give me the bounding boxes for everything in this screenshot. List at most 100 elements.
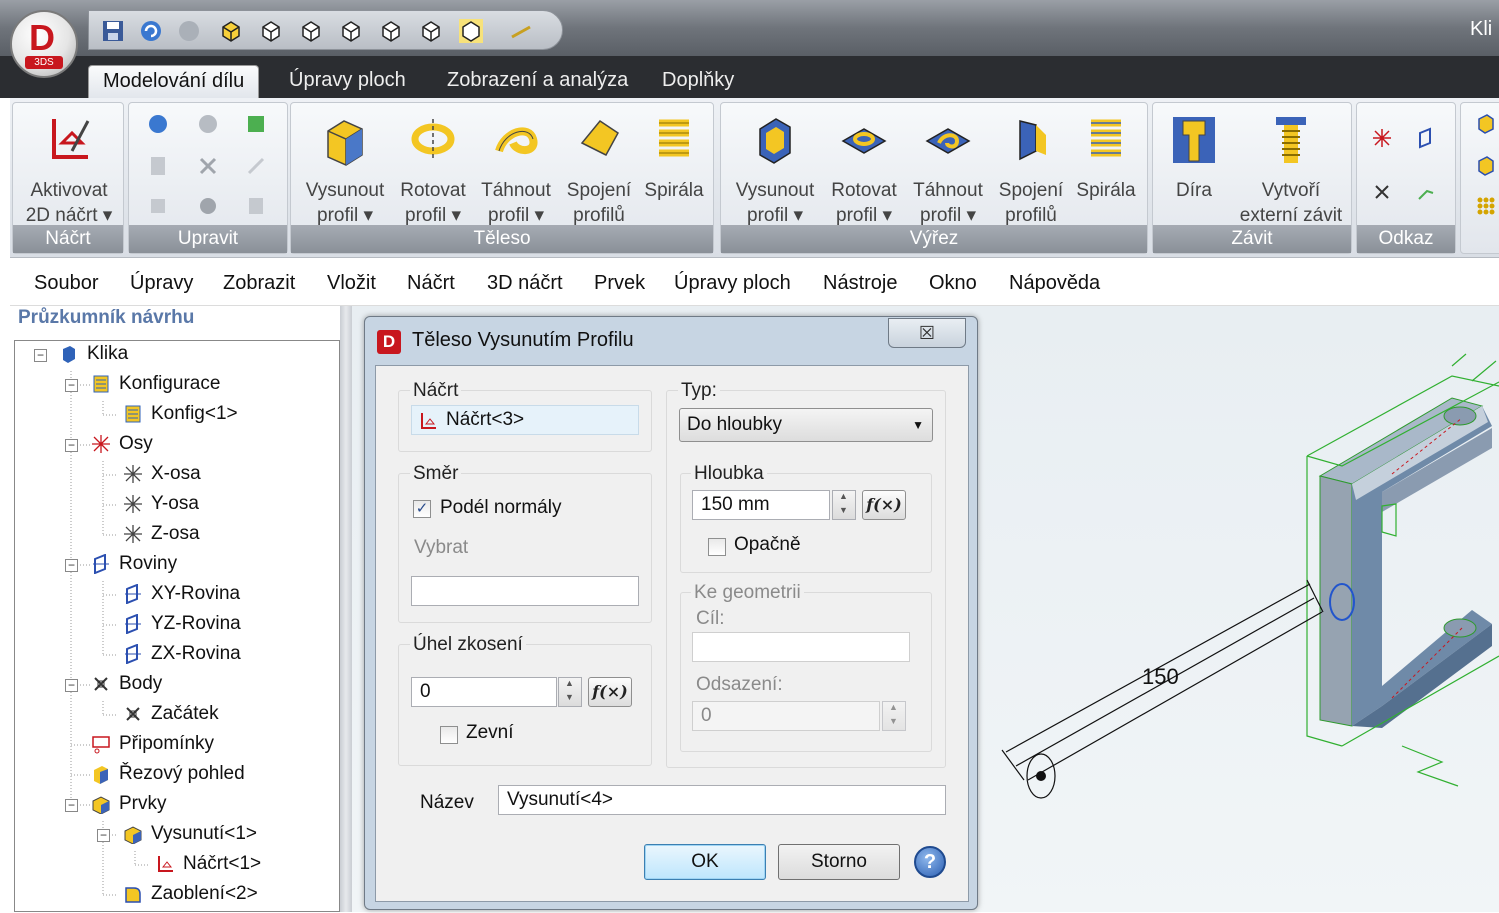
ok-button[interactable]: OK <box>644 844 766 880</box>
close-button[interactable]: ☒ <box>888 318 966 348</box>
menu-3d-nacrt[interactable]: 3D náčrt <box>487 272 563 295</box>
reference-plane-icon[interactable] <box>1415 127 1437 149</box>
edit-icon[interactable] <box>245 155 267 177</box>
draft-angle-fx-button[interactable]: f(×) <box>588 677 632 707</box>
collapse-toggle[interactable]: − <box>65 799 78 812</box>
paste-icon[interactable] <box>245 195 267 217</box>
revolve-profile-button[interactable]: Rotovat profil ▾ <box>395 113 471 228</box>
tree-node-klika[interactable]: Klika <box>59 343 128 365</box>
menu-napoveda[interactable]: Nápověda <box>1009 272 1100 295</box>
tree-node-pripominky[interactable]: Připomínky <box>91 733 214 755</box>
loft-cut-button[interactable]: Spojení profilů <box>993 113 1069 228</box>
extrude-cut-button[interactable]: Vysunout profil ▾ <box>727 113 823 228</box>
cancel-button[interactable]: Storno <box>778 844 900 880</box>
view-front-icon[interactable] <box>259 19 283 43</box>
menu-nastroje[interactable]: Nástroje <box>823 272 897 295</box>
sweep-cut-button[interactable]: Táhnout profil ▾ <box>907 113 989 228</box>
depth-input[interactable]: 150 mm <box>692 490 830 520</box>
hole-button[interactable]: Díra <box>1161 113 1227 203</box>
activate-2d-sketch-button[interactable]: Aktivovat 2D náčrt ▾ <box>19 113 119 228</box>
tree-node-roviny[interactable]: Roviny <box>91 553 177 575</box>
menu-okno[interactable]: Okno <box>929 272 977 295</box>
copy-icon[interactable] <box>147 195 169 217</box>
along-normal-checkbox[interactable]: ✓ <box>413 500 431 518</box>
view-right-icon[interactable] <box>339 19 363 43</box>
tree-node-zx-rovina[interactable]: ZX-Rovina <box>123 643 241 665</box>
tree-node-body[interactable]: Body <box>91 673 162 695</box>
collapse-toggle[interactable]: − <box>34 349 47 362</box>
tree-node-konfigurace[interactable]: Konfigurace <box>91 373 220 395</box>
tree-node-osy[interactable]: Osy <box>91 433 153 455</box>
delete-icon[interactable] <box>197 155 219 177</box>
redo-icon[interactable] <box>177 19 201 43</box>
tree-node-y-osa[interactable]: Y-osa <box>123 493 199 515</box>
menu-vlozit[interactable]: Vložit <box>327 272 376 295</box>
loft-profiles-button[interactable]: Spojení profilů <box>561 113 637 228</box>
tab-modelovani-dilu[interactable]: Modelování dílu <box>88 65 260 98</box>
tab-zobrazeni-a-analyza[interactable]: Zobrazení a analýza <box>433 65 642 98</box>
view-bottom-icon[interactable] <box>419 19 443 43</box>
menu-zobrazit[interactable]: Zobrazit <box>223 272 295 295</box>
feature-tree[interactable]: − − − − − − − Klika Konfigurace Konfig<1… <box>14 340 340 912</box>
undo-icon[interactable] <box>139 19 163 43</box>
reverse-checkbox[interactable] <box>708 538 726 556</box>
name-input[interactable]: Vysunutí<4> <box>498 785 946 815</box>
reference-axis-icon[interactable] <box>1371 127 1393 149</box>
menu-upravy[interactable]: Úpravy <box>130 272 193 295</box>
outward-checkbox[interactable] <box>440 726 458 744</box>
sketch-selection-field[interactable]: Náčrt<3> <box>411 405 639 435</box>
tree-node-xy-rovina[interactable]: XY-Rovina <box>123 583 240 605</box>
menu-upravy-ploch[interactable]: Úpravy ploch <box>674 272 791 295</box>
pattern-icon[interactable] <box>197 195 219 217</box>
depth-spinner[interactable] <box>832 490 856 520</box>
collapse-toggle[interactable]: − <box>65 379 78 392</box>
coordinate-system-icon[interactable] <box>1415 181 1437 203</box>
app-logo-button[interactable]: D 3DS <box>10 10 78 78</box>
view-dropdown-icon[interactable] <box>459 19 483 43</box>
tab-doplnky[interactable]: Doplňky <box>648 65 748 98</box>
helix-button[interactable]: Spirála <box>641 113 707 203</box>
offset-input[interactable]: 0 <box>692 701 880 731</box>
tree-node-z-osa[interactable]: Z-osa <box>123 523 200 545</box>
menu-prvek[interactable]: Prvek <box>594 272 645 295</box>
tree-node-zacatek[interactable]: Začátek <box>123 703 219 725</box>
panel-splitter[interactable] <box>340 306 352 912</box>
part-icon[interactable] <box>1475 155 1497 177</box>
pattern-icon[interactable] <box>1475 195 1497 217</box>
regenerate-icon[interactable] <box>245 113 267 135</box>
view-left-icon[interactable] <box>379 19 403 43</box>
undo-icon[interactable] <box>147 113 169 135</box>
collapse-toggle[interactable]: − <box>65 439 78 452</box>
help-icon[interactable]: ? <box>914 846 946 878</box>
offset-spinner[interactable] <box>882 701 906 731</box>
dimension-label[interactable]: 150 <box>1142 664 1179 689</box>
collapse-toggle[interactable]: − <box>65 559 78 572</box>
reference-point-icon[interactable] <box>1371 181 1393 203</box>
sweep-profile-button[interactable]: Táhnout profil ▾ <box>475 113 557 228</box>
collapse-toggle[interactable]: − <box>65 679 78 692</box>
tree-node-rezovy-pohled[interactable]: Řezový pohled <box>91 763 245 785</box>
target-field[interactable] <box>692 632 910 662</box>
save-icon[interactable] <box>101 19 125 43</box>
helix-cut-button[interactable]: Spirála <box>1073 113 1139 203</box>
properties-icon[interactable] <box>147 155 169 177</box>
draft-angle-spinner[interactable] <box>558 677 582 707</box>
tree-node-nacrt-1[interactable]: Náčrt<1> <box>155 853 261 875</box>
tree-node-konfig-1[interactable]: Konfig<1> <box>123 403 238 425</box>
tab-upravy-ploch[interactable]: Úpravy ploch <box>275 65 420 98</box>
redo-icon[interactable] <box>197 113 219 135</box>
collapse-toggle[interactable]: − <box>97 829 110 842</box>
view-top-icon[interactable] <box>299 19 323 43</box>
menu-soubor[interactable]: Soubor <box>34 272 99 295</box>
draft-angle-input[interactable]: 0 <box>411 677 557 707</box>
tree-node-x-osa[interactable]: X-osa <box>123 463 201 485</box>
external-thread-button[interactable]: Vytvoří externí závit <box>1235 113 1347 228</box>
revolve-cut-button[interactable]: Rotovat profil ▾ <box>825 113 903 228</box>
tree-node-yz-rovina[interactable]: YZ-Rovina <box>123 613 241 635</box>
tree-node-vysunuti-1[interactable]: Vysunutí<1> <box>123 823 257 845</box>
depth-fx-button[interactable]: f(×) <box>862 490 906 520</box>
tree-node-prvky[interactable]: Prvky <box>91 793 167 815</box>
measure-icon[interactable] <box>509 19 533 43</box>
menu-nacrt[interactable]: Náčrt <box>407 272 455 295</box>
extrude-profile-button[interactable]: Vysunout profil ▾ <box>297 113 393 228</box>
